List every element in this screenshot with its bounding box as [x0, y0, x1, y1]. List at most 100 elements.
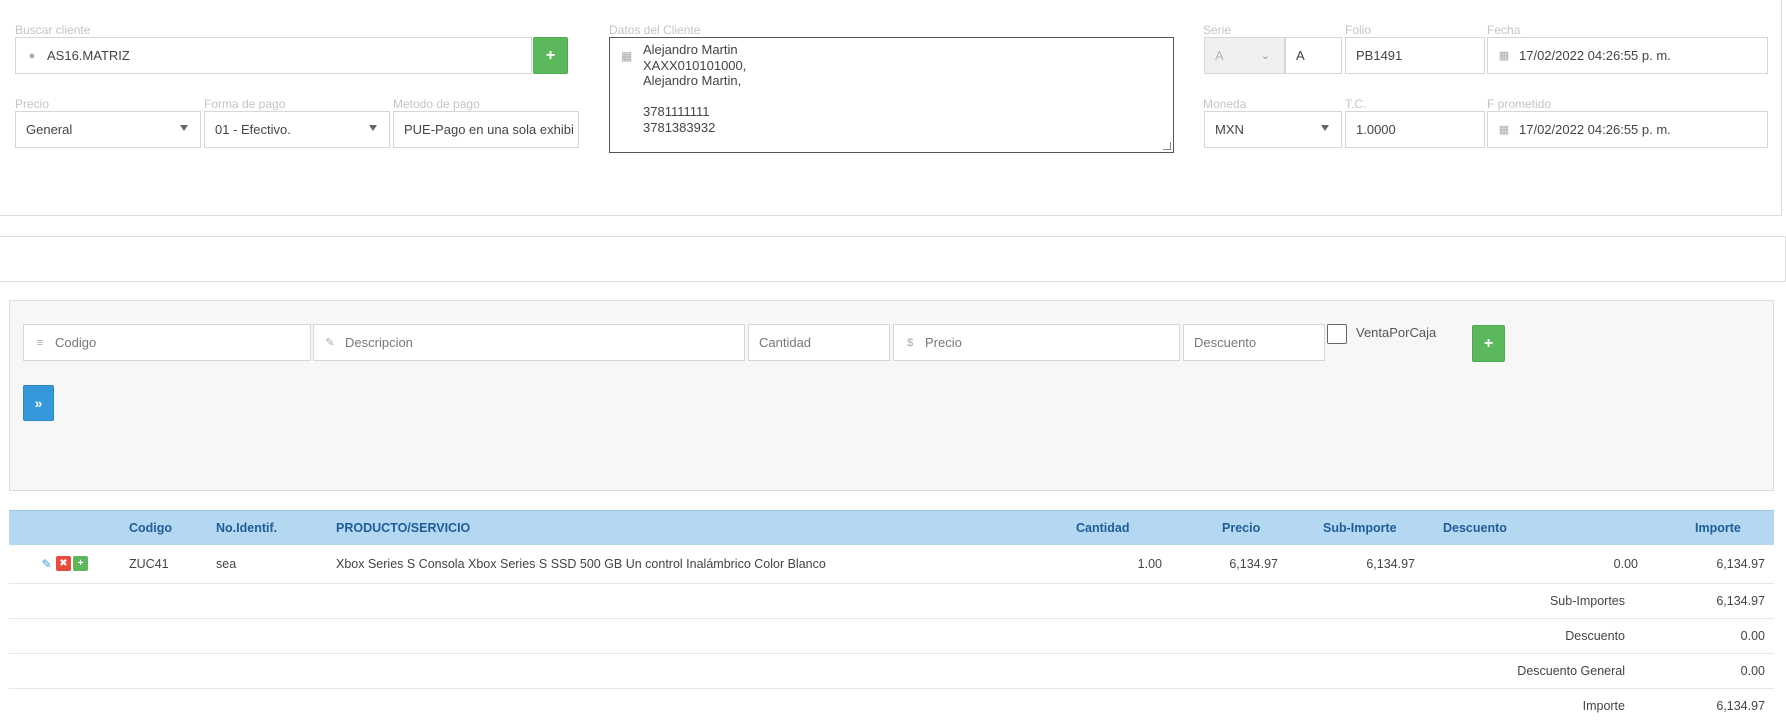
total-value: 6,134.97: [1645, 688, 1774, 722]
add-client-button[interactable]: +: [533, 37, 568, 74]
header-actions: [9, 510, 129, 545]
serie-value: A: [1296, 48, 1305, 63]
moneda-value: MXN: [1215, 122, 1244, 137]
descripcion-placeholder: Descripcion: [345, 335, 413, 350]
plus-icon[interactable]: +: [73, 556, 88, 572]
datos-cliente-text: Alejandro Martin XAXX010101000, Alejandr…: [643, 42, 747, 135]
table-row: ✎ ✖ + ZUC41 sea Xbox Series S Consola Xbox…: [9, 544, 1774, 584]
add-product-button[interactable]: +: [1472, 325, 1505, 362]
buscar-cliente-value: AS16.MATRIZ: [47, 48, 130, 63]
f-prometido-value: 17/02/2022 04:26:55 p. m.: [1519, 122, 1671, 137]
codigo-placeholder: Codigo: [55, 335, 97, 350]
calendar-icon: ▦: [1498, 124, 1510, 136]
folio-label: Folio: [1345, 23, 1372, 37]
plus-icon: +: [1483, 334, 1494, 352]
items-table: Codigo No.Identif. PRODUCTO/SERVICIO Can…: [9, 510, 1774, 722]
header-producto: PRODUCTO/SERVICIO: [336, 510, 1076, 545]
fecha-value: 17/02/2022 04:26:55 p. m.: [1519, 48, 1671, 63]
fecha-input[interactable]: ▦ 17/02/2022 04:26:55 p. m.: [1487, 37, 1768, 74]
folio-input[interactable]: PB1491: [1345, 37, 1485, 74]
total-label: Importe: [9, 688, 1645, 722]
total-label: Descuento: [9, 618, 1645, 654]
header-sub-importe: Sub-Importe: [1287, 510, 1425, 545]
f-prometido-input[interactable]: ▦ 17/02/2022 04:26:55 p. m.: [1487, 111, 1768, 148]
cell-no-identif: sea: [216, 544, 336, 584]
empty-panel: [0, 236, 1786, 282]
metodo-pago-value: PUE-Pago en una sola exhibi: [404, 122, 574, 137]
cell-descuento: 0.00: [1425, 544, 1645, 584]
plus-icon: +: [545, 46, 556, 64]
header-codigo: Codigo: [129, 510, 216, 545]
calendar-icon: ▦: [1498, 50, 1510, 62]
tc-input[interactable]: 1.0000: [1345, 111, 1485, 148]
precio-select[interactable]: General: [15, 111, 201, 148]
cantidad-placeholder: Cantidad: [759, 335, 812, 350]
fecha-label: Fecha: [1487, 23, 1521, 37]
moneda-select[interactable]: MXN: [1204, 111, 1342, 148]
building-icon: ▦: [621, 49, 633, 63]
venta-por-caja-label: VentaPorCaja: [1356, 325, 1437, 340]
descripcion-input[interactable]: ✎ Descripcion: [313, 324, 745, 361]
total-row: Importe 6,134.97: [9, 688, 1774, 722]
total-row: Descuento General 0.00: [9, 653, 1774, 689]
tc-value: 1.0000: [1356, 122, 1396, 137]
header-no-identif: No.Identif.: [216, 510, 336, 545]
caret-down-icon: [180, 125, 188, 131]
codigo-input[interactable]: ≡ Codigo: [23, 324, 311, 361]
venta-por-caja-checkbox[interactable]: [1327, 324, 1347, 344]
cell-codigo: ZUC41: [129, 544, 216, 584]
datos-cliente-label: Datos del Cliente: [609, 23, 701, 37]
cell-producto: Xbox Series S Consola Xbox Series S SSD …: [336, 544, 1076, 584]
resize-handle[interactable]: [1163, 142, 1171, 150]
cell-cantidad: 1.00: [1076, 544, 1184, 584]
total-row: Sub-Importes 6,134.97: [9, 583, 1774, 619]
forma-pago-label: Forma de pago: [204, 97, 286, 111]
forma-pago-value: 01 - Efectivo.: [215, 122, 291, 137]
precio-value: General: [26, 122, 73, 137]
total-value: 6,134.97: [1645, 583, 1774, 619]
serie-select-value: A: [1215, 48, 1224, 63]
total-row: Descuento 0.00: [9, 618, 1774, 654]
precio-label: Precio: [15, 97, 50, 111]
buscar-cliente-input[interactable]: ● AS16.MATRIZ: [15, 37, 532, 74]
metodo-pago-label: Metodo de pago: [393, 97, 480, 111]
header-importe: Importe: [1645, 510, 1774, 545]
total-label: Descuento General: [9, 653, 1645, 689]
header-precio: Precio: [1184, 510, 1287, 545]
row-actions: ✎ ✖ +: [9, 544, 129, 584]
tc-label: T.C.: [1345, 97, 1367, 111]
header-descuento: Descuento: [1425, 510, 1645, 545]
descuento-placeholder: Descuento: [1194, 335, 1257, 350]
total-value: 0.00: [1645, 618, 1774, 654]
precio-input[interactable]: $ Precio: [893, 324, 1180, 361]
total-label: Sub-Importes: [9, 583, 1645, 619]
cell-importe: 6,134.97: [1645, 544, 1774, 584]
folio-value: PB1491: [1356, 48, 1403, 63]
cantidad-input[interactable]: Cantidad: [748, 324, 890, 361]
double-chevron-right-icon: »: [34, 395, 43, 411]
metodo-pago-input[interactable]: PUE-Pago en una sola exhibi: [393, 111, 579, 148]
dollar-icon: $: [906, 336, 914, 349]
serie-select: A ⌄: [1204, 37, 1285, 74]
table-header-row: Codigo No.Identif. PRODUCTO/SERVICIO Can…: [9, 510, 1774, 545]
datos-cliente-textarea[interactable]: ▦ Alejandro Martin XAXX010101000, Alejan…: [609, 37, 1174, 153]
forma-pago-select[interactable]: 01 - Efectivo.: [204, 111, 390, 148]
caret-down-icon: [1321, 125, 1329, 131]
serie-label: Serie: [1203, 23, 1232, 37]
cell-sub-importe: 6,134.97: [1287, 544, 1425, 584]
barcode-icon: ≡: [36, 336, 44, 349]
f-prometido-label: F prometido: [1487, 97, 1552, 111]
total-value: 0.00: [1645, 653, 1774, 689]
buscar-cliente-label: Buscar cliente: [15, 23, 91, 37]
caret-down-icon: [369, 125, 377, 131]
serie-input[interactable]: A: [1285, 37, 1342, 74]
edit-icon: ✎: [325, 337, 335, 349]
cell-precio: 6,134.97: [1184, 544, 1287, 584]
forward-button[interactable]: »: [23, 385, 54, 421]
moneda-label: Moneda: [1203, 97, 1247, 111]
edit-icon[interactable]: ✎: [39, 556, 54, 571]
descuento-input[interactable]: Descuento: [1183, 324, 1325, 361]
user-icon: ●: [28, 49, 36, 62]
delete-icon[interactable]: ✖: [56, 556, 71, 572]
header-cantidad: Cantidad: [1076, 510, 1184, 545]
